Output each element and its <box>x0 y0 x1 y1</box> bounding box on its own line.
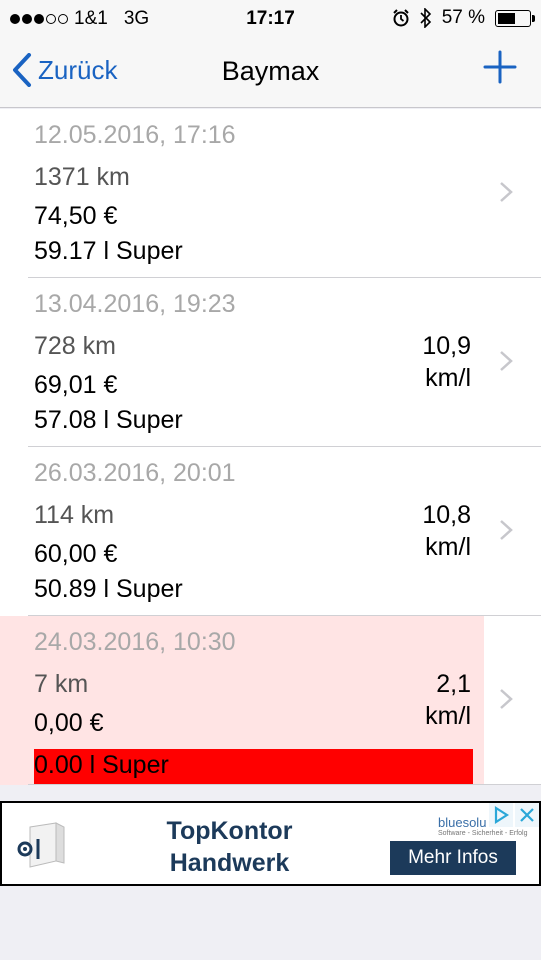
chevron-right-icon <box>500 182 513 202</box>
consumption-value: 2,1 <box>436 670 471 698</box>
ad-banner[interactable]: TopKontor Handwerk bluesolu Software - S… <box>0 801 541 886</box>
battery-icon <box>495 9 535 27</box>
ad-title-line2: Handwerk <box>169 849 290 877</box>
ad-brand-tagline: Software - Sicherheit - Erfolg <box>438 830 528 837</box>
entry-price: 74,50 € <box>34 202 118 230</box>
consumption-unit: km/l <box>425 364 471 392</box>
consumption-value: 10,8 <box>422 501 471 529</box>
entry-date: 26.03.2016, 20:01 <box>34 459 236 487</box>
consumption-unit: km/l <box>425 702 471 730</box>
entry-price: 60,00 € <box>34 540 118 568</box>
chevron-right-icon <box>500 520 513 540</box>
status-bar: 1&1 3G 17:17 57 % <box>0 0 541 36</box>
entry-distance: 114 km <box>34 501 115 529</box>
battery-percent: 57 % <box>441 7 485 28</box>
entry-price: 69,01 € <box>34 371 118 399</box>
status-right: 57 % <box>392 7 535 29</box>
entry-consumption: 2,1 km/l <box>425 668 471 732</box>
entry-distance: 1371 km <box>34 163 130 191</box>
entry-consumption: 10,8 km/l <box>422 499 471 563</box>
list-item[interactable]: 12.05.2016, 17:16 1371 km 74,50 € 59.17 … <box>0 109 541 278</box>
list-item-warning[interactable]: 24.03.2016, 10:30 7 km 0,00 € 0.00 l Sup… <box>0 616 541 785</box>
ad-close-icon[interactable] <box>515 803 539 827</box>
consumption-unit: km/l <box>425 533 471 561</box>
ad-title: TopKontor Handwerk <box>102 815 357 879</box>
product-box-icon <box>17 822 65 868</box>
entry-fuel: 0.00 l Super <box>34 751 169 779</box>
ad-title-line1: TopKontor <box>166 817 293 845</box>
page-title: Baymax <box>221 56 320 86</box>
list-item[interactable]: 13.04.2016, 19:23 728 km 69,01 € 57.08 l… <box>0 278 541 447</box>
entry-date: 24.03.2016, 10:30 <box>34 628 236 656</box>
adchoices-icon[interactable] <box>489 803 513 827</box>
consumption-value: 10,9 <box>422 332 471 360</box>
entry-date: 12.05.2016, 17:16 <box>34 121 236 149</box>
chevron-right-icon <box>500 351 513 371</box>
ad-more-info-button[interactable]: Mehr Infos <box>390 841 516 875</box>
entry-distance: 7 km <box>34 670 89 698</box>
entry-fuel: 50.89 l Super <box>34 575 183 603</box>
navigation-bar: Zurück Baymax <box>0 36 541 108</box>
row-divider <box>28 784 541 785</box>
entry-date: 13.04.2016, 19:23 <box>34 290 236 318</box>
fuel-alert-bar: 0.00 l Super <box>34 749 473 784</box>
add-icon[interactable] <box>483 50 517 84</box>
chevron-right-icon <box>500 689 513 709</box>
refuel-list: 12.05.2016, 17:16 1371 km 74,50 € 59.17 … <box>0 109 541 785</box>
entry-fuel: 57.08 l Super <box>34 406 183 434</box>
entry-distance: 728 km <box>34 332 116 360</box>
entry-fuel: 59.17 l Super <box>34 237 183 265</box>
entry-price: 0,00 € <box>34 709 104 737</box>
bluetooth-icon <box>420 8 431 28</box>
alarm-icon <box>392 9 409 27</box>
ad-brand-name: bluesolu <box>438 815 487 830</box>
list-item[interactable]: 26.03.2016, 20:01 114 km 60,00 € 50.89 l… <box>0 447 541 616</box>
entry-consumption: 10,9 km/l <box>422 330 471 394</box>
